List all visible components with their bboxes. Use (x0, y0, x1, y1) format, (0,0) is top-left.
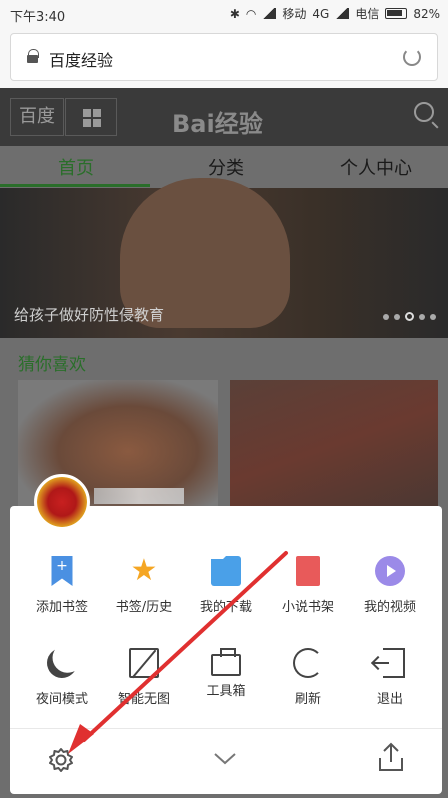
carrier-1: 移动 (282, 7, 307, 21)
wifi-icon: ◠ (245, 6, 257, 21)
battery-icon (385, 8, 408, 19)
book-icon (296, 556, 320, 586)
share-icon[interactable] (378, 742, 404, 772)
carousel-dot-active (405, 312, 414, 321)
section-title: 猜你喜欢 (18, 355, 86, 375)
carrier-2: 电信 (355, 7, 380, 21)
address-bar[interactable]: 百度经验 (10, 33, 438, 81)
carousel-dot (430, 313, 436, 320)
battery-level: 82% (413, 6, 440, 21)
menu-toolbox[interactable]: 工具箱 (183, 648, 269, 699)
carousel-dot (419, 313, 425, 320)
menu-novel-shelf[interactable]: 小说书架 (265, 556, 351, 615)
address-text: 百度经验 (49, 51, 114, 70)
recommend-image-2[interactable] (230, 380, 438, 510)
exit-icon (373, 648, 405, 678)
carousel-dot (383, 313, 389, 320)
network-type: 4G (312, 6, 330, 21)
grid-icon[interactable] (65, 98, 117, 136)
baidu-button[interactable]: 百度 (10, 98, 64, 136)
banner-caption: 给孩子做好防性侵教育 (14, 306, 165, 324)
collapse-chevron-icon[interactable] (214, 752, 236, 766)
bluetooth-icon: ✱ (229, 6, 240, 21)
menu-add-bookmark[interactable]: 添加书签 (19, 556, 105, 615)
menu-downloads[interactable]: 我的下载 (183, 556, 269, 615)
status-time: 下午3:40 (10, 10, 66, 25)
status-icons: ✱ ◠ 移动 4G 电信 82% (230, 5, 440, 22)
tab-home[interactable]: 首页 (58, 154, 94, 180)
lock-icon (27, 49, 39, 63)
menu-exit[interactable]: 退出 (347, 648, 433, 707)
menu-refresh[interactable]: 刷新 (265, 648, 351, 707)
tab-indicator (0, 184, 150, 187)
menu-divider (10, 728, 442, 729)
status-bar: 下午3:40 ✱ ◠ 移动 4G 电信 82% (0, 0, 448, 28)
tab-category[interactable]: 分类 (208, 154, 244, 180)
tab-profile[interactable]: 个人中心 (340, 154, 412, 180)
avatar[interactable] (34, 474, 90, 530)
play-icon (375, 556, 405, 586)
carousel-dot (394, 313, 400, 320)
site-header: 百度 Bai经验 (0, 88, 448, 146)
menu-bookmarks-history[interactable]: ★ 书签/历史 (101, 553, 187, 616)
moon-icon (43, 644, 81, 682)
star-icon: ★ (130, 553, 158, 588)
username-blurred (94, 488, 184, 504)
no-image-icon (129, 648, 159, 678)
refresh-icon (293, 648, 323, 678)
menu-night-mode[interactable]: 夜间模式 (19, 648, 105, 707)
reload-icon[interactable] (403, 48, 421, 66)
search-icon[interactable] (414, 102, 434, 122)
folder-icon (211, 556, 241, 586)
menu-videos[interactable]: 我的视频 (347, 556, 433, 615)
menu-no-image[interactable]: 智能无图 (101, 648, 187, 707)
banner[interactable]: 给孩子做好防性侵教育 (0, 178, 448, 338)
carousel-dots (383, 312, 436, 321)
toolbox-icon (211, 648, 241, 676)
signal-icon-2 (335, 8, 350, 19)
signal-icon (262, 8, 277, 19)
address-bar-container: 百度经验 (0, 28, 448, 88)
site-logo: Bai经验 (172, 110, 263, 138)
settings-gear-icon[interactable] (47, 746, 75, 774)
bookmark-add-icon (51, 556, 73, 586)
